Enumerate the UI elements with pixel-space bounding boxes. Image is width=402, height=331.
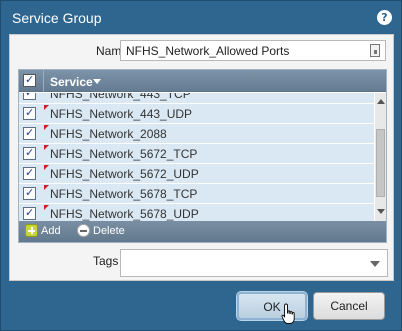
dialog-title: Service Group bbox=[12, 10, 102, 26]
table-row[interactable]: NFHS_Network_5672_TCP bbox=[19, 144, 374, 164]
name-field[interactable]: NFHS_Network_Allowed Ports bbox=[120, 40, 386, 61]
row-label: NFHS_Network_5672_UDP bbox=[50, 167, 199, 181]
select-all-checkbox[interactable] bbox=[23, 73, 36, 87]
grid-scrollbar[interactable] bbox=[375, 93, 386, 221]
grid-header: Service bbox=[19, 70, 386, 92]
service-column-header[interactable]: Service bbox=[50, 75, 93, 89]
scroll-down-icon[interactable] bbox=[377, 209, 385, 214]
modified-flag-icon bbox=[44, 165, 49, 170]
add-button[interactable]: Add bbox=[25, 224, 63, 239]
row-checkbox[interactable] bbox=[23, 93, 36, 100]
service-grid: Service NFHS_Network_443_TCP NFHS_Networ… bbox=[18, 69, 387, 243]
tags-label: Tags bbox=[93, 254, 119, 268]
table-row[interactable]: NFHS_Network_5678_UDP bbox=[19, 204, 374, 221]
table-row[interactable]: NFHS_Network_2088 bbox=[19, 124, 374, 144]
modified-flag-icon bbox=[44, 125, 49, 130]
row-checkbox[interactable] bbox=[23, 206, 36, 220]
row-checkbox[interactable] bbox=[23, 126, 36, 140]
table-row[interactable]: NFHS_Network_5678_TCP bbox=[19, 184, 374, 204]
modified-flag-icon bbox=[44, 145, 49, 150]
row-label: NFHS_Network_443_TCP bbox=[50, 93, 191, 101]
modified-flag-icon bbox=[44, 205, 49, 210]
header-divider bbox=[43, 70, 44, 92]
help-icon[interactable]: ? bbox=[377, 10, 392, 25]
row-checkbox[interactable] bbox=[23, 186, 36, 200]
delete-button[interactable]: Delete bbox=[77, 224, 125, 239]
scroll-thumb[interactable] bbox=[376, 129, 385, 197]
grid-toolbar: Add Delete bbox=[19, 221, 386, 242]
row-checkbox[interactable] bbox=[23, 106, 36, 120]
text-edit-icon[interactable] bbox=[370, 44, 380, 57]
row-checkbox[interactable] bbox=[23, 146, 36, 160]
modified-flag-icon bbox=[44, 105, 49, 110]
table-row[interactable]: NFHS_Network_443_UDP bbox=[19, 104, 374, 124]
modified-flag-icon bbox=[44, 185, 49, 190]
scroll-up-icon[interactable] bbox=[377, 99, 385, 104]
row-label: NFHS_Network_443_UDP bbox=[50, 107, 193, 121]
delete-label: Delete bbox=[93, 225, 125, 237]
row-label: NFHS_Network_5678_UDP bbox=[50, 207, 199, 221]
cancel-button[interactable]: Cancel bbox=[313, 292, 385, 320]
delete-icon bbox=[77, 224, 90, 237]
dialog-body: Name NFHS_Network_Allowed Ports Service … bbox=[9, 34, 394, 281]
table-row[interactable]: NFHS_Network_5672_UDP bbox=[19, 164, 374, 184]
sort-dropdown-icon[interactable] bbox=[93, 79, 101, 84]
row-label: NFHS_Network_5672_TCP bbox=[50, 147, 198, 161]
tags-select[interactable] bbox=[120, 249, 388, 277]
service-group-dialog: Service Group ? Name NFHS_Network_Allowe… bbox=[0, 0, 402, 331]
add-icon bbox=[25, 224, 38, 237]
chevron-down-icon[interactable] bbox=[370, 261, 380, 267]
row-label: NFHS_Network_2088 bbox=[50, 127, 167, 141]
hand-pointer-icon bbox=[281, 303, 295, 324]
name-field-value: NFHS_Network_Allowed Ports bbox=[126, 44, 290, 58]
dialog-titlebar: Service Group ? bbox=[1, 1, 401, 34]
row-label: NFHS_Network_5678_TCP bbox=[50, 187, 198, 201]
add-label: Add bbox=[41, 225, 61, 237]
table-row[interactable]: NFHS_Network_443_TCP bbox=[19, 93, 374, 104]
row-checkbox[interactable] bbox=[23, 166, 36, 180]
service-rows: NFHS_Network_443_TCP NFHS_Network_443_UD… bbox=[19, 93, 374, 221]
